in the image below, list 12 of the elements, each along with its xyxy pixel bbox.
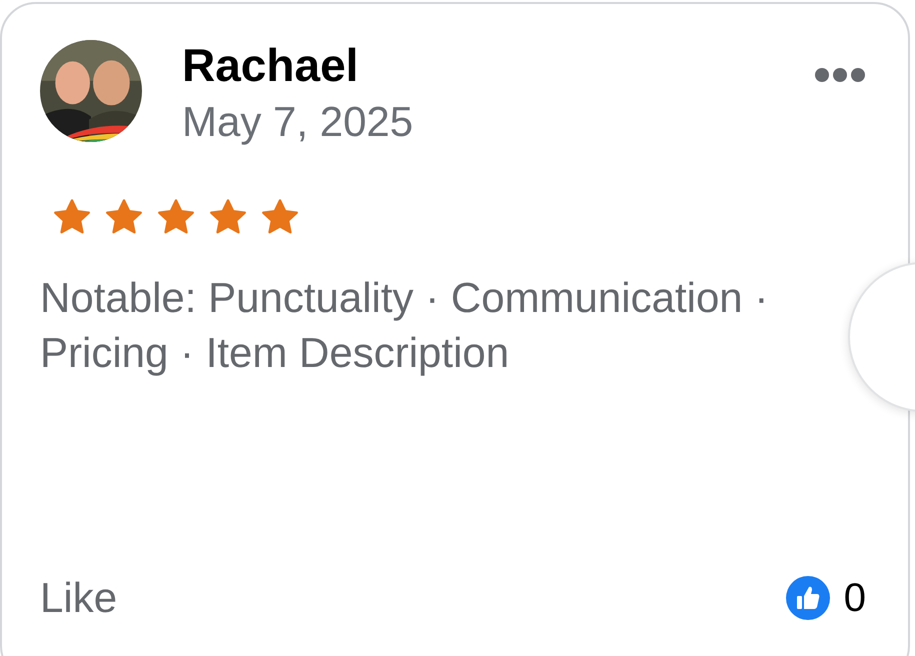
like-button[interactable]: Like	[40, 576, 118, 620]
review-date: May 7, 2025	[182, 98, 414, 146]
thumbs-up-icon	[786, 576, 830, 620]
star-icon	[52, 198, 92, 236]
more-options-icon[interactable]	[815, 68, 865, 82]
notable-text: Notable: Punctuality · Communication · Pricing · Item Description	[40, 273, 770, 378]
star-icon	[156, 198, 196, 236]
like-count: 0	[844, 576, 866, 620]
star-icon	[104, 198, 144, 236]
star-icon	[260, 198, 300, 236]
star-icon	[208, 198, 248, 236]
author-name: Rachael	[182, 40, 360, 90]
